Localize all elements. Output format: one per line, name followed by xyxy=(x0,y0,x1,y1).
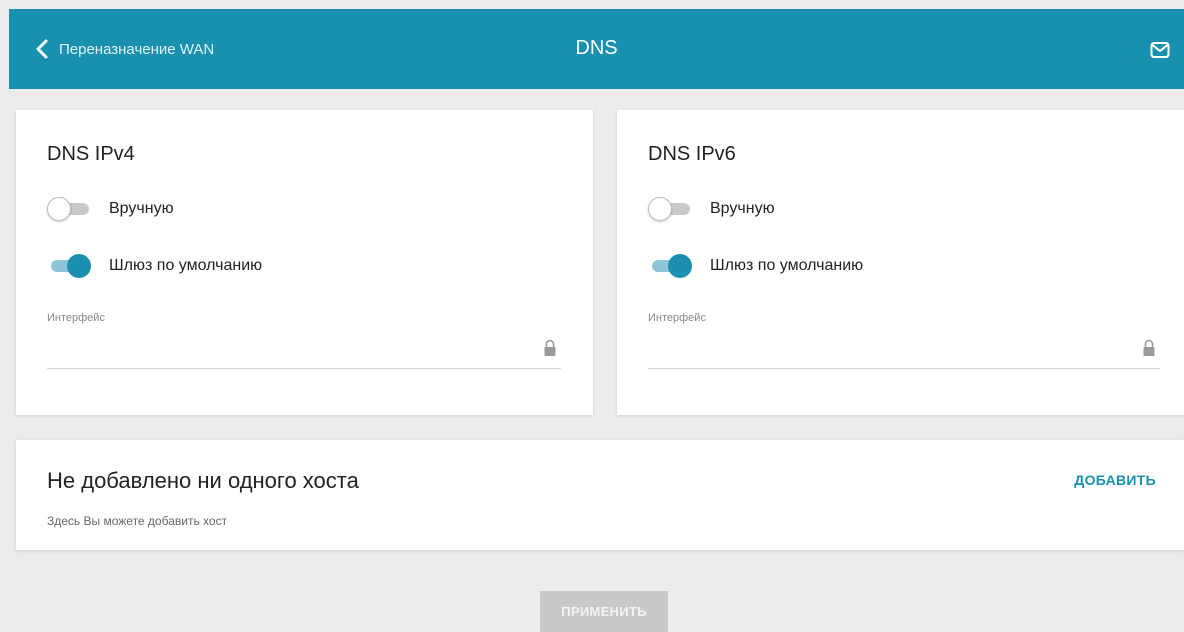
hosts-subtitle: Здесь Вы можете добавить хост xyxy=(47,514,228,528)
ipv4-gateway-toggle[interactable]: Шлюз по умолчанию xyxy=(47,253,262,279)
toggle-switch-on[interactable] xyxy=(648,253,692,279)
hosts-card: Не добавлено ни одного хоста Здесь Вы мо… xyxy=(16,440,1184,550)
card-title: DNS IPv4 xyxy=(47,143,135,165)
mail-icon[interactable] xyxy=(1150,41,1170,59)
toggle-switch-off[interactable] xyxy=(47,196,91,222)
ipv6-manual-toggle[interactable]: Вручную xyxy=(648,196,775,222)
toggle-label: Шлюз по умолчанию xyxy=(109,257,263,274)
hosts-title: Не добавлено ни одного хоста xyxy=(47,468,359,493)
add-host-button[interactable]: ДОБАВИТЬ xyxy=(1074,472,1156,488)
page-title: DNS xyxy=(575,37,618,59)
interface-label: Интерфейс xyxy=(47,312,105,324)
dns-ipv4-card: DNS IPv4 Вручную Шлюз по умолчанию Интер… xyxy=(16,110,593,415)
toggle-switch-off[interactable] xyxy=(648,196,692,222)
ipv6-gateway-toggle[interactable]: Шлюз по умолчанию xyxy=(648,253,863,279)
toggle-switch-on[interactable] xyxy=(47,253,91,279)
ipv6-interface-field[interactable] xyxy=(648,332,1160,369)
apply-button[interactable]: ПРИМЕНИТЬ xyxy=(540,591,668,632)
top-bar: Переназначение WAN DNS xyxy=(9,9,1184,89)
toggle-label: Шлюз по умолчанию xyxy=(710,257,864,274)
toggle-label: Вручную xyxy=(109,200,174,217)
dns-ipv6-card: DNS IPv6 Вручную Шлюз по умолчанию Интер… xyxy=(617,110,1184,415)
lock-icon xyxy=(544,339,556,356)
card-title: DNS IPv6 xyxy=(648,143,736,165)
ipv4-interface-field[interactable] xyxy=(47,332,561,369)
ipv4-manual-toggle[interactable]: Вручную xyxy=(47,196,174,222)
lock-icon xyxy=(1143,339,1155,356)
interface-label: Интерфейс xyxy=(648,312,706,324)
toggle-label: Вручную xyxy=(710,200,775,217)
